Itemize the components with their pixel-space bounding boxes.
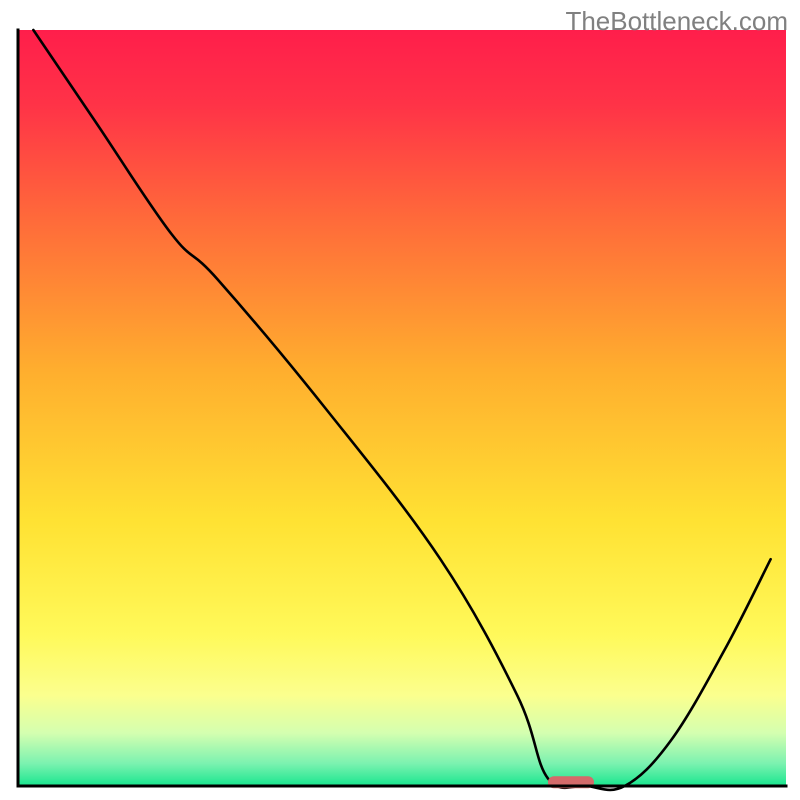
watermark-label: TheBottleneck.com: [565, 6, 788, 37]
bottleneck-chart: [0, 0, 800, 800]
gradient-background: [18, 30, 786, 786]
chart-container: TheBottleneck.com: [0, 0, 800, 800]
